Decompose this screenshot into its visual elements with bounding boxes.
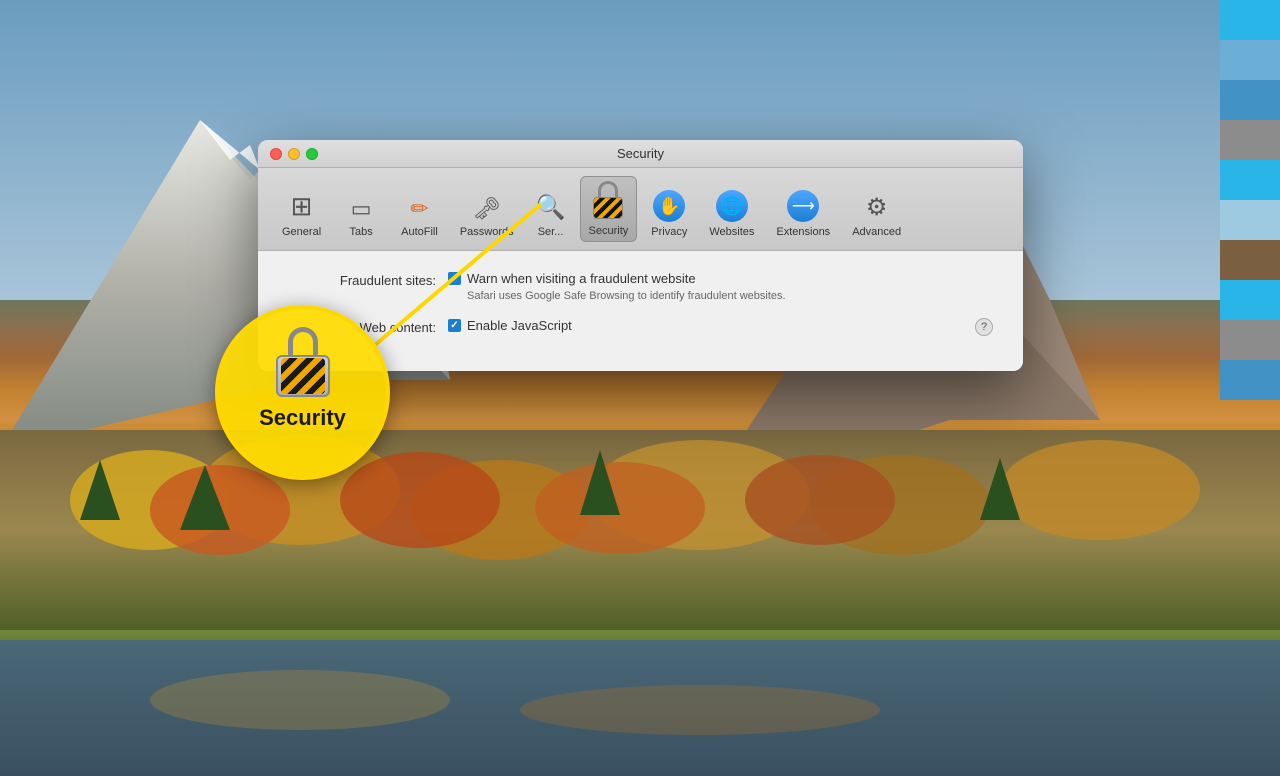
fraudulent-sites-content: Warn when visiting a fraudulent website …	[448, 271, 993, 302]
security-callout-circle: Security	[215, 305, 390, 480]
security-label: Security	[589, 225, 629, 237]
swatch-5	[1220, 160, 1280, 200]
javascript-checkbox-row: Enable JavaScript	[448, 318, 993, 333]
fraudulent-sub-text: Safari uses Google Safe Browsing to iden…	[467, 290, 993, 302]
toolbar-item-autofill[interactable]: ✏ AutoFill	[393, 192, 446, 242]
window-title: Security	[617, 146, 664, 161]
privacy-label: Privacy	[651, 226, 687, 238]
toolbar-item-search[interactable]: 🔍 Ser...	[528, 189, 574, 242]
tabs-icon: ▭	[351, 196, 372, 222]
swatch-4	[1220, 120, 1280, 160]
swatch-3	[1220, 80, 1280, 120]
toolbar-item-security[interactable]: Security	[580, 176, 638, 242]
swatch-9	[1220, 320, 1280, 360]
autofill-label: AutoFill	[401, 226, 438, 238]
title-bar: Security	[258, 140, 1023, 168]
general-icon: ⊞	[291, 191, 313, 222]
swatch-10	[1220, 360, 1280, 400]
swatch-7	[1220, 240, 1280, 280]
close-button[interactable]	[270, 148, 282, 160]
lock-body-icon	[276, 355, 330, 397]
passwords-label: Passwords	[460, 226, 514, 238]
autofill-icon: ✏	[410, 196, 428, 222]
extensions-icon: ⟶	[787, 190, 819, 222]
maximize-button[interactable]	[306, 148, 318, 160]
javascript-checkbox-label: Enable JavaScript	[467, 318, 572, 333]
javascript-checkbox[interactable]	[448, 319, 461, 332]
fraudulent-checkbox[interactable]	[448, 272, 461, 285]
advanced-icon: ⚙	[866, 193, 888, 222]
websites-icon: 🌐	[716, 190, 748, 222]
fraudulent-sites-label: Fraudulent sites:	[288, 271, 448, 288]
fraudulent-checkbox-label: Warn when visiting a fraudulent website	[467, 271, 696, 286]
window-controls	[270, 148, 318, 160]
websites-label: Websites	[709, 226, 754, 238]
search-icon: 🔍	[536, 193, 566, 222]
tabs-label: Tabs	[350, 226, 373, 238]
toolbar-item-websites[interactable]: 🌐 Websites	[701, 186, 762, 242]
lock-shackle-icon	[288, 327, 318, 359]
preferences-toolbar: ⊞ General ▭ Tabs ✏ AutoFill 🗝 Passwords …	[258, 168, 1023, 251]
fraudulent-sites-row: Fraudulent sites: Warn when visiting a f…	[288, 271, 993, 302]
color-swatches-panel	[1220, 0, 1280, 400]
minimize-button[interactable]	[288, 148, 300, 160]
toolbar-item-extensions[interactable]: ⟶ Extensions	[768, 186, 838, 242]
help-button[interactable]: ?	[975, 318, 993, 336]
lock-stripe	[281, 358, 325, 394]
swatch-1	[1220, 0, 1280, 40]
toolbar-item-passwords[interactable]: 🗝 Passwords	[452, 192, 522, 242]
passwords-icon: 🗝	[473, 196, 501, 222]
toolbar-item-general[interactable]: ⊞ General	[274, 187, 329, 242]
safari-preferences-window: Security ⊞ General ▭ Tabs ✏ AutoFill 🗝 P…	[258, 140, 1023, 371]
swatch-8	[1220, 280, 1280, 320]
privacy-icon: ✋	[653, 190, 685, 222]
general-label: General	[282, 226, 321, 238]
swatch-2	[1220, 40, 1280, 80]
extensions-label: Extensions	[776, 226, 830, 238]
toolbar-item-privacy[interactable]: ✋ Privacy	[643, 186, 695, 242]
toolbar-item-advanced[interactable]: ⚙ Advanced	[844, 189, 909, 242]
advanced-label: Advanced	[852, 226, 901, 238]
mountain-landscape	[0, 0, 1280, 776]
web-content-row: Web content: Enable JavaScript ?	[288, 318, 993, 335]
callout-security-label: Security	[259, 405, 346, 431]
toolbar-item-tabs[interactable]: ▭ Tabs	[335, 192, 387, 242]
web-content-content: Enable JavaScript	[448, 318, 993, 333]
swatch-6	[1220, 200, 1280, 240]
fraudulent-checkbox-row: Warn when visiting a fraudulent website	[448, 271, 993, 286]
search-label: Ser...	[538, 226, 564, 238]
